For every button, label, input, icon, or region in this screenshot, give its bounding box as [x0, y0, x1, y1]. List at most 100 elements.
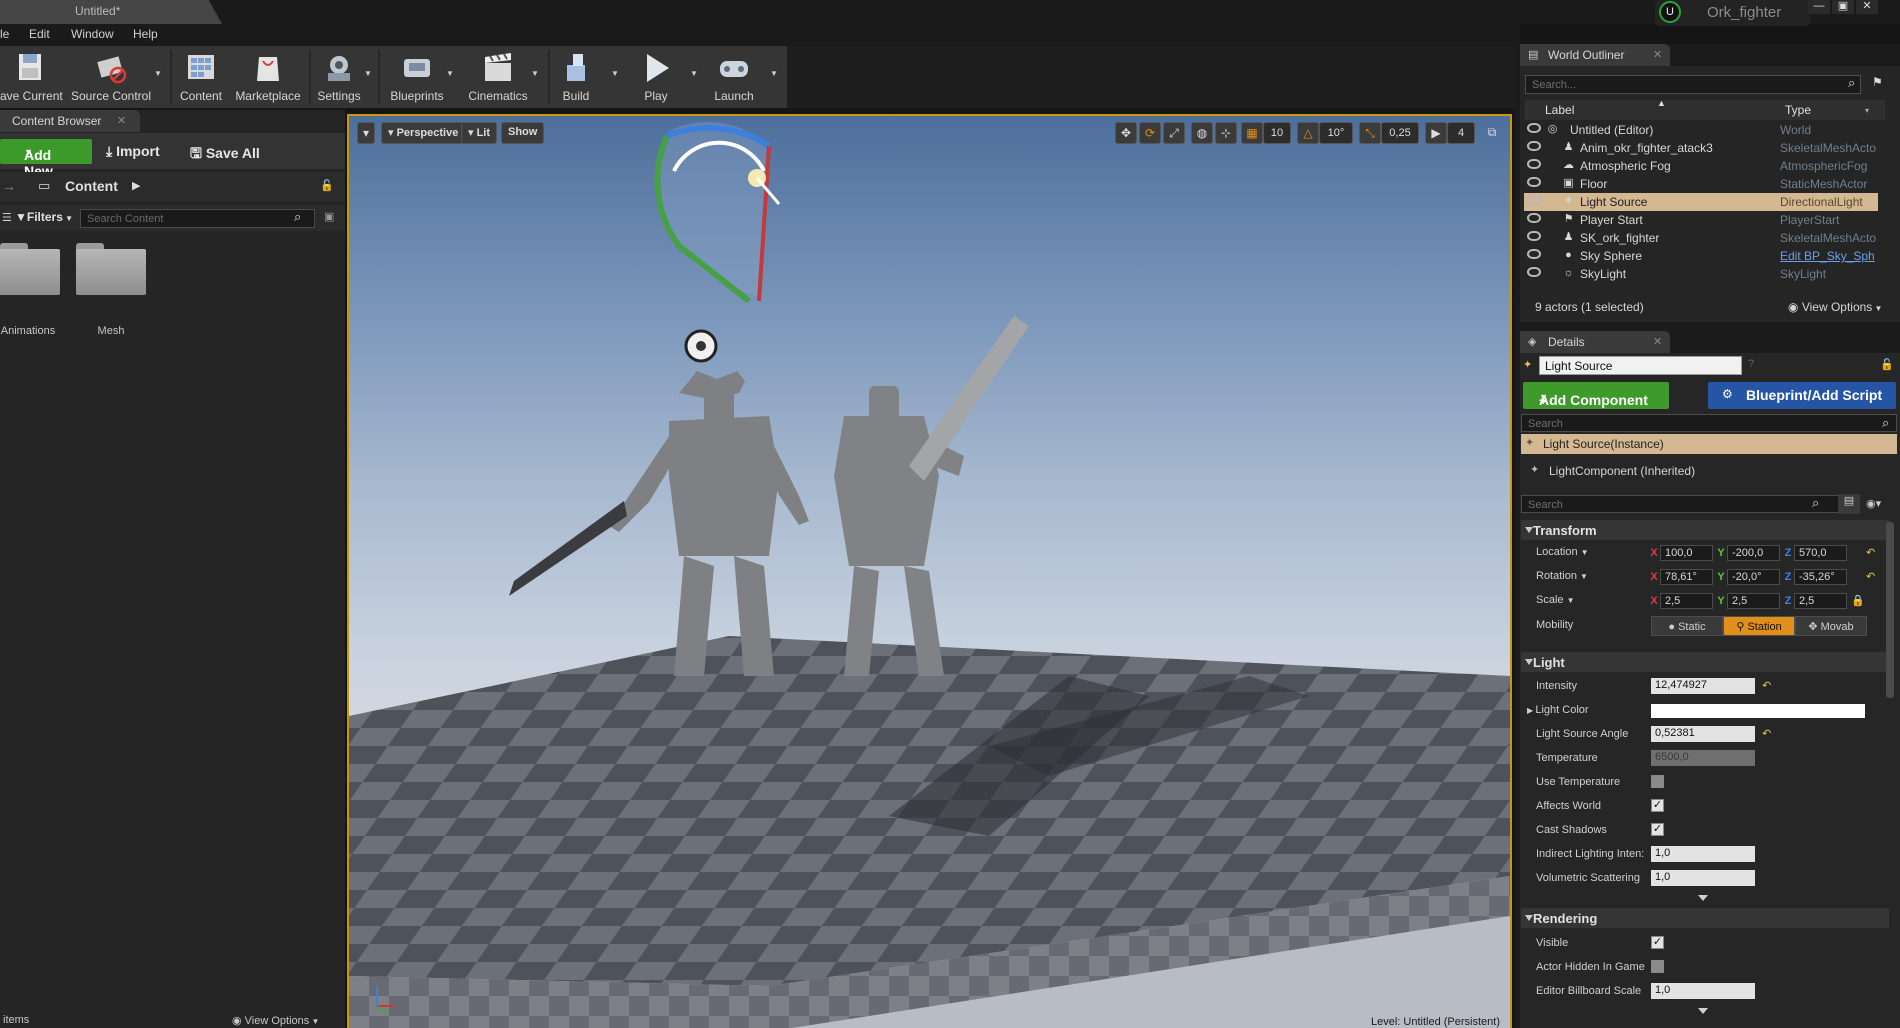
view-options-eye-icon[interactable]: ◉▾	[1866, 497, 1881, 510]
actor-name-field[interactable]: Light Source	[1539, 356, 1742, 375]
grid-snap-value[interactable]: 10	[1263, 122, 1291, 144]
visibility-eye-icon[interactable]	[1527, 141, 1541, 151]
save-search-icon[interactable]: ▣	[324, 210, 334, 223]
reset-angle-icon[interactable]: ↶	[1762, 727, 1771, 740]
mobility-static-button[interactable]: ● Static	[1651, 616, 1723, 636]
translate-mode-icon[interactable]: ✥	[1115, 122, 1137, 144]
close-tab-icon[interactable]: ✕	[117, 114, 126, 127]
transform-section-header[interactable]: Transform	[1521, 520, 1889, 540]
location-label[interactable]: Location ▼	[1536, 546, 1589, 558]
blueprint-add-script-button[interactable]: ⚙ Blueprint/Add Script	[1708, 382, 1896, 409]
close-tab-icon[interactable]: ✕	[1653, 48, 1662, 61]
content-browser-tab[interactable]: Content Browser ✕	[0, 110, 140, 132]
menu-help[interactable]: Help	[133, 27, 158, 41]
reset-intensity-icon[interactable]: ↶	[1762, 679, 1771, 692]
reset-rotation-icon[interactable]: ↶	[1866, 570, 1875, 583]
path-content[interactable]: Content	[65, 178, 118, 194]
visibility-eye-icon[interactable]	[1527, 123, 1541, 133]
add-new-button[interactable]: Add New ▼	[0, 139, 92, 179]
settings-dropdown-icon[interactable]: ▼	[364, 69, 372, 78]
temperature-field[interactable]: 6500,0	[1651, 750, 1755, 766]
outliner-row[interactable]: ☼ SkyLight SkyLight	[1524, 265, 1878, 283]
details-search-input[interactable]: Search	[1521, 495, 1846, 513]
build-button[interactable]: Build	[552, 49, 600, 105]
world-outliner-tab[interactable]: ▤ World Outliner ✕	[1520, 44, 1670, 66]
add-component-button[interactable]: + Add Component ▼	[1523, 382, 1669, 409]
outliner-row[interactable]: ⚑ Player Start PlayerStart	[1524, 211, 1878, 229]
scale-mode-icon[interactable]: ⤢	[1163, 122, 1185, 144]
project-badge[interactable]: U Ork_fighter	[1655, 0, 1810, 26]
play-button[interactable]: Play	[628, 49, 684, 105]
build-dropdown-icon[interactable]: ▼	[611, 69, 619, 78]
outliner-row-type[interactable]: Edit BP_Sky_Sph	[1780, 249, 1876, 263]
marketplace-button[interactable]: Marketplace	[230, 49, 306, 105]
sources-toggle-icon[interactable]: ☰	[2, 211, 12, 224]
rotation-x-field[interactable]: 78,61°	[1660, 569, 1713, 585]
menu-window[interactable]: Window	[71, 27, 114, 41]
indirect-lighting-field[interactable]: 1,0	[1651, 846, 1755, 862]
rotation-z-field[interactable]: -35,26°	[1794, 569, 1847, 585]
scale-label[interactable]: Scale ▼	[1536, 594, 1575, 606]
save-current-button[interactable]: ave Current	[0, 49, 63, 105]
light-color-swatch[interactable]	[1651, 704, 1865, 718]
outliner-row[interactable]: ✦ Light Source DirectionalLight	[1524, 193, 1878, 211]
show-advanced-icon[interactable]	[1698, 895, 1708, 901]
scale-snap-value[interactable]: 0,25	[1381, 122, 1419, 144]
light-color-label[interactable]: ▶ Light Color	[1527, 704, 1589, 716]
light-source-angle-field[interactable]: 0,52381	[1651, 726, 1755, 742]
settings-button[interactable]: Settings	[312, 49, 366, 105]
source-control-dropdown-icon[interactable]: ▼	[154, 69, 162, 78]
component-root-item[interactable]: ✦ Light Source(Instance)	[1521, 434, 1897, 454]
blueprints-dropdown-icon[interactable]: ▼	[446, 69, 454, 78]
show-button[interactable]: Show	[501, 122, 545, 144]
camera-speed-icon[interactable]: ▶	[1425, 122, 1447, 144]
lit-button[interactable]: ▾ Lit	[461, 122, 498, 144]
visibility-eye-icon[interactable]	[1527, 159, 1541, 169]
rotation-label[interactable]: Rotation ▼	[1536, 570, 1588, 582]
location-x-field[interactable]: 100,0	[1660, 545, 1713, 561]
cinematics-button[interactable]: Cinematics	[462, 49, 534, 105]
details-tab[interactable]: ◈ Details ✕	[1520, 331, 1670, 353]
grid-snap-icon[interactable]: ▦	[1241, 122, 1263, 144]
menu-edit[interactable]: Edit	[29, 27, 50, 41]
lock-icon[interactable]: 🔓	[1880, 358, 1894, 371]
view-options-button[interactable]: ◉ View Options ▼	[232, 1014, 319, 1027]
launch-button[interactable]: Launch	[704, 49, 764, 105]
rendering-section-header[interactable]: Rendering	[1521, 908, 1889, 928]
outliner-row[interactable]: ▣ Floor StaticMeshActor	[1524, 175, 1878, 193]
cast-shadows-checkbox[interactable]: ✓	[1651, 823, 1664, 836]
camera-speed-value[interactable]: 4	[1447, 122, 1475, 144]
visibility-eye-icon[interactable]	[1527, 249, 1541, 259]
outliner-row[interactable]: ● Sky Sphere Edit BP_Sky_Sph	[1524, 247, 1878, 265]
outliner-search-input[interactable]: Search...	[1525, 75, 1861, 94]
actor-hidden-checkbox[interactable]	[1651, 960, 1664, 973]
save-all-button[interactable]: 🖫 Save All	[190, 143, 260, 167]
lock-icon[interactable]: 🔓	[320, 179, 334, 192]
volumetric-scattering-field[interactable]: 1,0	[1651, 870, 1755, 886]
filters-button[interactable]: ▼Filters ▼	[15, 210, 73, 224]
mobility-stationary-button[interactable]: ⚲ Station	[1723, 616, 1795, 636]
column-label[interactable]: Label	[1545, 103, 1574, 117]
path-chevron-icon[interactable]: ▶	[132, 179, 140, 192]
location-y-field[interactable]: -200,0	[1727, 545, 1780, 561]
details-scrollbar[interactable]	[1886, 522, 1894, 698]
outliner-row[interactable]: ◎ Untitled (Editor) World	[1524, 121, 1878, 139]
visibility-eye-icon[interactable]	[1527, 177, 1541, 187]
search-content-input[interactable]: Search Content	[80, 209, 315, 228]
help-icon[interactable]: ?	[1748, 358, 1754, 370]
outliner-row[interactable]: ♟ Anim_okr_fighter_atack3 SkeletalMeshActo	[1524, 139, 1878, 157]
perspective-button[interactable]: ▾ Perspective	[381, 122, 466, 144]
scale-y-field[interactable]: 2,5	[1727, 593, 1780, 609]
import-button[interactable]: ⤓ Import	[106, 143, 160, 160]
component-inherited-item[interactable]: ✦ LightComponent (Inherited)	[1521, 461, 1897, 481]
content-button[interactable]: Content	[175, 49, 227, 105]
rotate-mode-icon[interactable]: ⟳	[1139, 122, 1161, 144]
visibility-eye-icon[interactable]	[1527, 267, 1541, 277]
surface-snap-icon[interactable]: ⊹	[1215, 122, 1237, 144]
play-dropdown-icon[interactable]: ▼	[690, 69, 698, 78]
column-options-icon[interactable]: ▾	[1865, 106, 1869, 115]
folder-animations[interactable]	[0, 243, 70, 295]
column-type[interactable]: Type	[1785, 103, 1811, 117]
light-section-header[interactable]: Light	[1521, 652, 1889, 672]
visibility-eye-icon[interactable]	[1527, 195, 1541, 205]
